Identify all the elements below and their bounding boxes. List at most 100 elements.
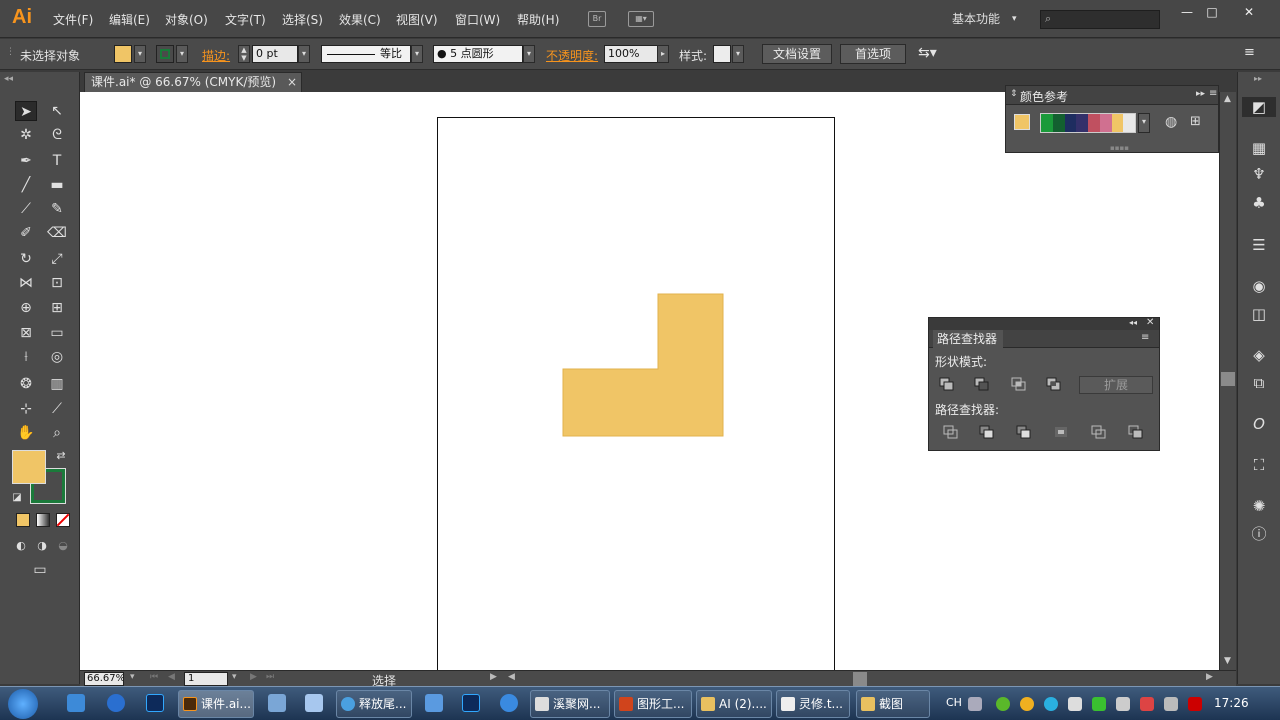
scroll-right-icon[interactable]: ▶ [1206, 672, 1213, 682]
status-menu-icon[interactable]: ▶ [490, 672, 497, 682]
panel-menu-icon[interactable]: ≡ [1244, 45, 1255, 60]
variable-width-profile[interactable]: 等比 [321, 45, 411, 63]
swap-colors-icon[interactable]: ⇄ [50, 446, 72, 466]
exclude-icon[interactable] [1046, 377, 1062, 391]
harmony-color-6[interactable] [1111, 114, 1124, 132]
screen-mode-icon[interactable]: ▭ [29, 560, 51, 580]
panel-arrows-icon[interactable]: ▸▸ [1196, 89, 1205, 99]
artboards-dock-icon[interactable]: ⧉ [1248, 373, 1270, 393]
usb-icon[interactable] [1164, 697, 1178, 711]
scale-tool-icon[interactable]: ⤢ [46, 249, 68, 269]
harmony-color-1[interactable] [1052, 114, 1065, 132]
rectangle-tool-icon[interactable]: ▬ [46, 175, 68, 195]
zoom-dropdown-icon[interactable]: ▾ [130, 672, 135, 682]
divide-icon[interactable] [943, 425, 959, 439]
collapse-dock-icon[interactable]: ▸▸ [1254, 74, 1262, 83]
color-mode-icon[interactable] [16, 513, 30, 527]
scroll-down-icon[interactable]: ▼ [1224, 656, 1231, 666]
opacity-field[interactable]: 100% [604, 45, 658, 63]
layers-dock-icon[interactable]: ◈ [1248, 345, 1270, 365]
pen-tool-icon[interactable]: ✒ [15, 151, 37, 171]
draw-inside-icon[interactable]: ◒ [54, 536, 72, 556]
taskbar-item-xiju[interactable]: 溪聚网... [530, 690, 610, 718]
stroke-stepper[interactable]: ▲ ▼ [238, 45, 250, 63]
menu-type[interactable]: 文字(T) [225, 11, 266, 28]
swatches-dock-icon[interactable]: ▦ [1248, 138, 1270, 158]
stroke-weight-field[interactable]: 0 pt [252, 45, 298, 63]
scroll-up-icon[interactable]: ▲ [1224, 94, 1231, 104]
vertical-scroll-thumb[interactable] [1221, 372, 1235, 386]
panel-menu-icon[interactable]: ≡ [1141, 332, 1149, 343]
flag-icon[interactable] [1140, 697, 1154, 711]
taskbar-item-text[interactable]: 灵修.t... [776, 690, 850, 718]
artboard-dropdown-icon[interactable]: ▾ [232, 672, 237, 682]
column-graph-tool-icon[interactable]: ▥ [46, 374, 68, 394]
menu-file[interactable]: 文件(F) [53, 11, 93, 28]
draw-behind-icon[interactable]: ◑ [33, 536, 51, 556]
brush-dropdown[interactable]: ▾ [523, 45, 535, 63]
mail-icon[interactable] [425, 694, 443, 712]
horizontal-scroll-thumb[interactable] [853, 672, 867, 686]
edit-colors-icon[interactable]: ◍ [1165, 114, 1177, 130]
panel-menu-icon[interactable]: ≡ [1209, 88, 1217, 99]
panel-titlebar[interactable]: ◂◂ ✕ [929, 317, 1159, 330]
magic-wand-tool-icon[interactable]: ✲ [15, 125, 37, 145]
close-panel-icon[interactable]: ✕ [1146, 317, 1154, 328]
taskbar-item-illustrator[interactable]: 课件.ai... [178, 690, 254, 718]
arrange-documents-icon[interactable]: ▦▾ [628, 11, 654, 27]
volume-icon[interactable] [1068, 697, 1082, 711]
qq-browser-icon[interactable] [67, 694, 85, 712]
slice-tool-icon[interactable]: ⟋ [46, 399, 68, 419]
intersect-icon[interactable] [1011, 377, 1027, 391]
collapse-panel-icon[interactable]: ◂◂ [1129, 318, 1137, 327]
menu-help[interactable]: 帮助(H) [517, 11, 559, 28]
navigator-dock-icon[interactable]: ✺ [1248, 496, 1270, 516]
taskbar-item-screenshot[interactable]: 截图 [856, 690, 930, 718]
harmony-color-3[interactable] [1076, 114, 1088, 132]
document-setup-button[interactable]: 文档设置 [762, 44, 832, 64]
eyedropper-tool-icon[interactable]: ⟊ [15, 347, 37, 367]
unite-icon[interactable] [939, 377, 955, 391]
menu-object[interactable]: 对象(O) [165, 11, 208, 28]
menu-window[interactable]: 窗口(W) [455, 11, 500, 28]
lasso-tool-icon[interactable]: ᘓ [46, 125, 68, 145]
resize-grip-icon[interactable]: ▪▪▪▪ [1110, 144, 1129, 152]
hand-tool-icon[interactable]: ✋ [15, 423, 37, 443]
draw-normal-icon[interactable]: ◐ [12, 536, 30, 556]
qq-icon[interactable] [1020, 697, 1034, 711]
keyboard-icon[interactable] [968, 697, 982, 711]
menu-view[interactable]: 视图(V) [396, 11, 438, 28]
harmony-rules-dropdown[interactable]: ▾ [1138, 113, 1150, 133]
acrobat-icon[interactable] [1188, 697, 1202, 711]
start-button[interactable] [8, 689, 38, 719]
gradient-tool-icon[interactable]: ▭ [46, 323, 68, 343]
harmony-color-4[interactable] [1088, 114, 1100, 132]
collapse-icon[interactable]: ◂◂ [4, 74, 13, 84]
wechat-icon[interactable] [996, 697, 1010, 711]
stroke-dropdown[interactable]: ▾ [176, 45, 188, 63]
calculator-icon[interactable] [268, 694, 286, 712]
menu-edit[interactable]: 编辑(E) [109, 11, 150, 28]
stroke-dock-icon[interactable]: ☰ [1248, 235, 1270, 255]
harmony-color-2[interactable] [1064, 114, 1077, 132]
opacity-dropdown[interactable]: ▸ [657, 45, 669, 63]
search-input[interactable]: ⌕ [1040, 10, 1160, 29]
taskbar-item-graphics[interactable]: 图形工... [614, 690, 692, 718]
monitor-icon[interactable] [1116, 697, 1130, 711]
close-button[interactable]: ✕ [1238, 4, 1260, 20]
trim-icon[interactable] [979, 425, 995, 439]
document-tab[interactable]: 课件.ai* @ 66.67% (CMYK/预览) × [84, 72, 302, 92]
fill-swatch[interactable] [114, 45, 132, 63]
type-tool-icon[interactable]: T [46, 151, 68, 171]
photoshop-icon[interactable] [146, 694, 164, 712]
harmony-color-7[interactable] [1123, 114, 1135, 132]
free-transform-tool-icon[interactable]: ⊡ [46, 273, 68, 293]
profile-dropdown[interactable]: ▾ [411, 45, 423, 63]
minimize-button[interactable]: — [1176, 4, 1198, 20]
info-dock-icon[interactable]: ⓘ [1248, 524, 1270, 544]
preferences-button[interactable]: 首选项 [840, 44, 906, 64]
notes-icon[interactable] [305, 694, 323, 712]
zoom-tool-icon[interactable]: ⌕ [46, 423, 68, 443]
previous-artboard-icon[interactable]: ◀ [168, 672, 175, 682]
mesh-tool-icon[interactable]: ⊠ [15, 323, 37, 343]
